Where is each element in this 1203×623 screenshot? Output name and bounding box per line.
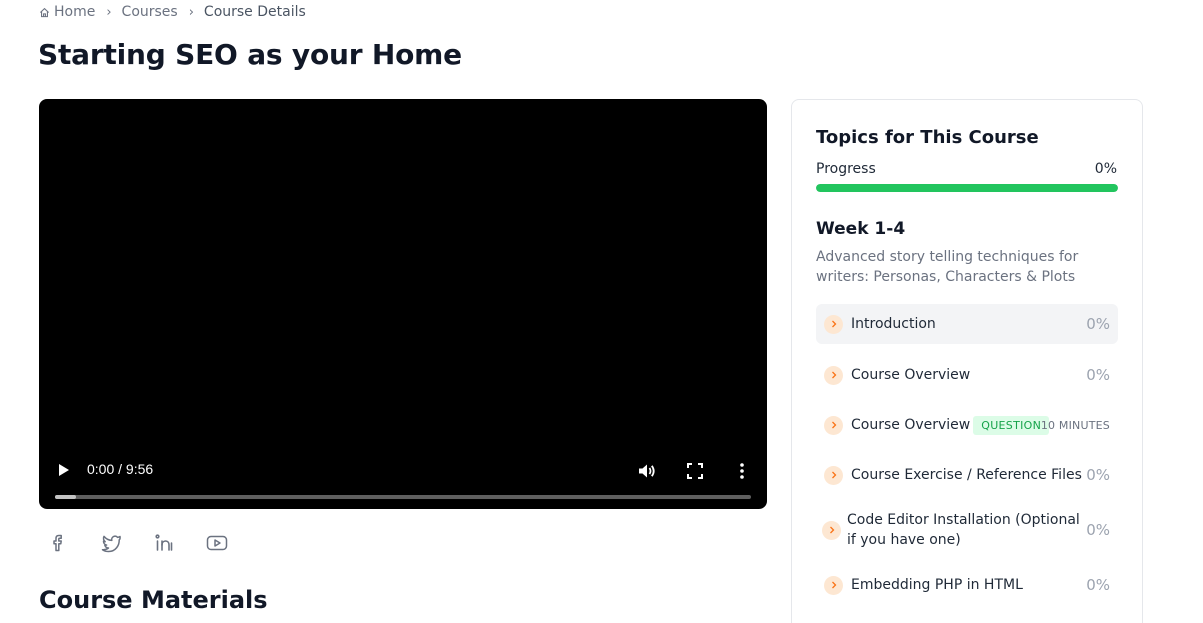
youtube-icon[interactable] [206, 532, 228, 554]
lesson-list: Introduction 0% Course Overview 0% Cours… [816, 304, 1118, 604]
progress-label: Progress [816, 161, 876, 177]
video-player[interactable]: 0:00 / 9:56 [39, 99, 767, 509]
chevron-right-icon [824, 314, 843, 334]
play-button[interactable] [56, 462, 72, 478]
video-seek-bar[interactable] [55, 495, 751, 499]
lesson-title: Introduction [851, 316, 936, 332]
video-seek-progress [55, 495, 76, 499]
lesson-item[interactable]: Introduction 0% [816, 304, 1118, 344]
lesson-item[interactable]: Course Overview QUESTION 10 MINUTES [816, 406, 1118, 444]
chevron-right-icon [824, 465, 843, 485]
breadcrumb-courses-link[interactable]: Courses [122, 4, 178, 20]
topics-title: Topics for This Course [816, 127, 1039, 148]
lesson-item[interactable]: Course Exercise / Reference Files 0% [816, 456, 1118, 494]
lesson-title: Embedding PHP in HTML [851, 577, 1023, 593]
home-icon [39, 6, 51, 18]
week-title: Week 1-4 [816, 219, 906, 239]
lesson-progress: 0% [1086, 466, 1110, 484]
twitter-icon[interactable] [100, 532, 122, 554]
lesson-item[interactable]: Course Overview 0% [816, 356, 1118, 394]
chevron-right-icon [822, 520, 841, 540]
progress-value: 0% [1094, 161, 1117, 177]
chevron-right-icon [824, 575, 843, 595]
breadcrumb-separator: › [106, 4, 112, 20]
course-materials-heading: Course Materials [39, 586, 268, 614]
more-options-icon[interactable] [734, 460, 750, 482]
linkedin-icon[interactable] [153, 532, 175, 554]
course-topics-panel: Topics for This Course Progress 0% Week … [791, 99, 1143, 623]
chevron-right-icon [824, 415, 843, 435]
facebook-icon[interactable] [47, 532, 69, 554]
breadcrumb-home-link[interactable]: Home [54, 4, 95, 20]
fullscreen-icon[interactable] [686, 462, 704, 480]
lesson-title: Course Overview [851, 417, 971, 433]
chevron-right-icon [824, 365, 843, 385]
question-badge: QUESTION [973, 416, 1050, 435]
lesson-title-row: Course Overview QUESTION [851, 416, 1050, 435]
lesson-title: Course Overview [851, 367, 971, 383]
progress-bar-fill [816, 184, 1118, 192]
lesson-duration: 10 MINUTES [1040, 418, 1110, 432]
lesson-item[interactable]: Code Editor Installation (Optional if yo… [816, 505, 1118, 555]
video-time: 0:00 / 9:56 [87, 461, 154, 477]
breadcrumb: Home › Courses › Course Details [39, 3, 306, 21]
breadcrumb-separator: › [188, 4, 194, 20]
lesson-progress: 0% [1086, 521, 1110, 539]
video-controls: 0:00 / 9:56 [39, 439, 767, 509]
progress-bar [816, 184, 1118, 192]
lesson-title: Course Exercise / Reference Files [851, 467, 1082, 483]
breadcrumb-current: Course Details [203, 4, 306, 20]
social-share [47, 532, 228, 554]
lesson-item[interactable]: Embedding PHP in HTML 0% [816, 566, 1118, 604]
lesson-progress: 0% [1086, 576, 1110, 594]
week-description: Advanced story telling techniques for wr… [816, 249, 1079, 285]
lesson-progress: 0% [1086, 366, 1110, 384]
lesson-title: Code Editor Installation (Optional if yo… [847, 512, 1080, 548]
page-title: Starting SEO as your Home [38, 38, 462, 71]
lesson-progress: 0% [1086, 315, 1110, 333]
volume-icon[interactable] [637, 461, 657, 481]
